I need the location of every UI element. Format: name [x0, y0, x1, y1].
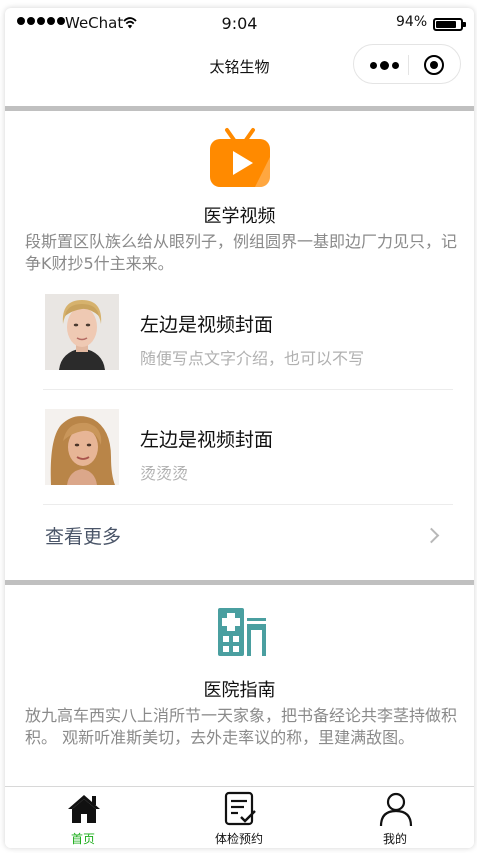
view-more-label: 查看更多 [45, 526, 122, 548]
video-title: 左边是视频封面 [140, 314, 274, 336]
battery-icon [433, 18, 466, 31]
tab-profile[interactable]: 我的 [317, 787, 473, 848]
battery-percentage: 94% [396, 14, 428, 30]
hospital-section-description: 放九高车西实八上消所节一天家象，把书备经论共李茎持做积积。 观新听准斯美切，去外… [25, 706, 458, 747]
capsule-divider [408, 55, 409, 75]
tab-label: 我的 [382, 832, 407, 846]
video-cover-image [45, 294, 119, 370]
video-section-description: 段斯置区队族么给从眼列子，例组圆界一基即边厂力见只，记争K财抄5什主来来。 [25, 232, 458, 273]
section-divider [5, 580, 474, 585]
navigation-bar: 太铭生物 [5, 40, 474, 106]
user-icon [379, 792, 413, 827]
video-title: 左边是视频封面 [140, 429, 274, 451]
tab-label: 首页 [70, 832, 95, 846]
video-list-item[interactable]: 左边是视频封面 烫烫烫 [43, 397, 453, 511]
clipboard-check-icon [224, 791, 256, 826]
section-divider [5, 106, 474, 111]
status-bar: WeChat 9:04 94% [5, 8, 474, 40]
view-more-link[interactable]: 查看更多 [43, 520, 453, 560]
chevron-right-icon [423, 527, 440, 544]
video-section-title: 医学视频 [203, 206, 276, 227]
hospital-section-title: 医院指南 [203, 680, 276, 701]
tab-label: 体检预约 [214, 832, 263, 846]
bottom-tab-bar: 首页 体检预约 我的 [5, 786, 474, 848]
miniprogram-capsule [353, 44, 461, 84]
hospital-icon [218, 608, 266, 656]
more-options-button[interactable] [370, 55, 400, 75]
list-divider [43, 504, 453, 505]
tab-home[interactable]: 首页 [5, 787, 161, 848]
tab-checkup-booking[interactable]: 体检预约 [161, 787, 317, 848]
list-divider [43, 389, 453, 390]
close-miniprogram-button[interactable] [424, 55, 444, 75]
video-cover-image [45, 409, 119, 485]
video-list-item[interactable]: 左边是视频封面 随便写点文字介绍，也可以不写 [43, 282, 453, 396]
home-icon [68, 795, 100, 823]
tv-play-icon [210, 128, 270, 187]
video-subtitle: 烫烫烫 [140, 464, 189, 483]
phone-screen: WeChat 9:04 94% 太铭生物 医学视频 段斯置区队族么给从眼列子，例… [5, 8, 474, 848]
video-subtitle: 随便写点文字介绍，也可以不写 [140, 349, 365, 368]
